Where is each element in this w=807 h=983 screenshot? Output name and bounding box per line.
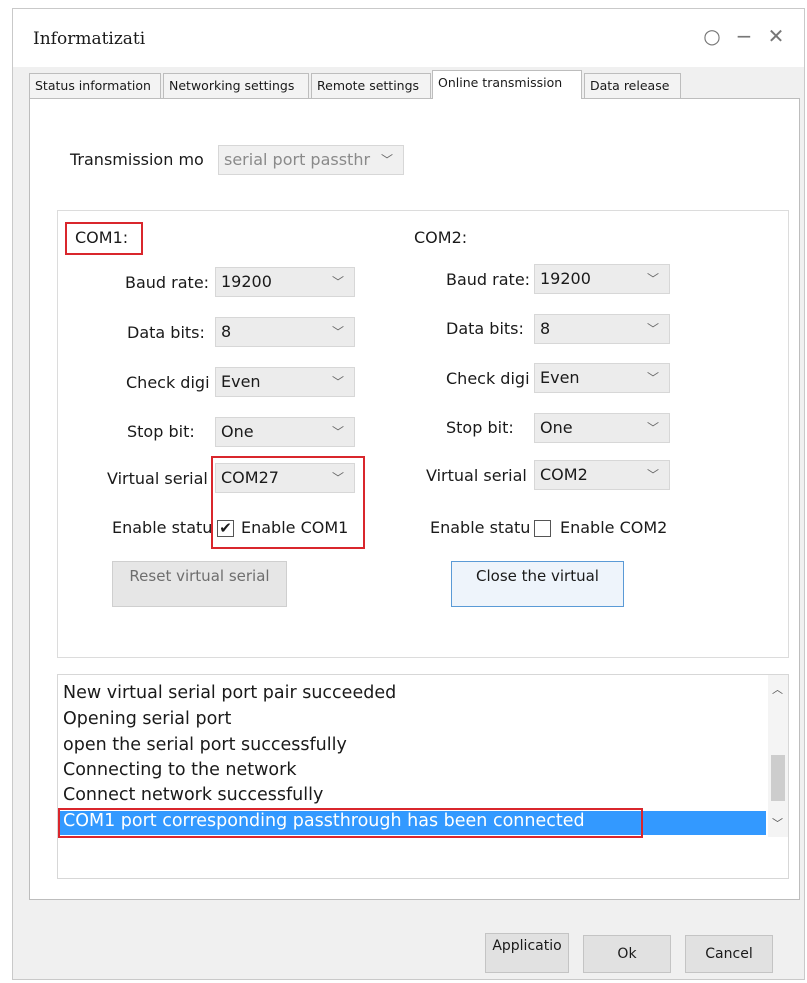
com1-annotation-box — [65, 222, 143, 255]
com1-check-dropdown[interactable]: Even ﹀ — [215, 367, 355, 397]
chevron-down-icon: ﹀ — [331, 425, 344, 439]
dialog-window: Informatizati ○ − ✕ Status information N… — [12, 8, 805, 980]
chevron-down-icon: ﹀ — [380, 153, 393, 167]
title-bar: Informatizati ○ − ✕ — [13, 9, 804, 67]
com1-databits-label: Data bits: — [127, 323, 205, 342]
com1-databits-dropdown[interactable]: 8 ﹀ — [215, 317, 355, 347]
log-line: Opening serial port — [63, 709, 232, 729]
chevron-down-icon: ﹀ — [646, 371, 659, 385]
com2-baud-value: 19200 — [540, 269, 591, 288]
tab-online-transmission[interactable]: Online transmission — [432, 70, 582, 99]
com1-check-label: Check digi — [126, 373, 210, 392]
com2-virtual-dropdown[interactable]: COM2 ﹀ — [534, 460, 670, 490]
cancel-button[interactable]: Cancel — [685, 935, 773, 973]
transmission-mode-dropdown[interactable]: serial port passthr ﹀ — [218, 145, 404, 175]
tab-networking-settings[interactable]: Networking settings — [163, 73, 309, 98]
log-annotation-box — [58, 808, 643, 838]
com1-baud-value: 19200 — [221, 272, 272, 291]
com1-databits-value: 8 — [221, 322, 232, 341]
com2-enable-label: Enable statu — [430, 518, 531, 537]
com1-stop-value: One — [221, 422, 254, 441]
window-title: Informatizati — [33, 29, 146, 49]
tab-status-information[interactable]: Status information — [29, 73, 161, 98]
com2-databits-label: Data bits: — [446, 319, 524, 338]
log-line: New virtual serial port pair succeeded — [63, 683, 397, 703]
com1-virtual-annotation-box — [211, 456, 365, 549]
ok-button[interactable]: Ok — [583, 935, 671, 973]
com2-stop-dropdown[interactable]: One ﹀ — [534, 413, 670, 443]
com2-stop-value: One — [540, 418, 573, 437]
reset-virtual-serial-button[interactable]: Reset virtual serial — [112, 561, 287, 607]
com1-baud-label: Baud rate: — [125, 273, 210, 292]
tab-data-release[interactable]: Data release — [584, 73, 681, 98]
log-scrollbar[interactable]: ︿ ﹀ — [768, 675, 788, 837]
tab-remote-settings[interactable]: Remote settings — [311, 73, 431, 98]
chevron-down-icon[interactable]: ﹀ — [772, 815, 783, 831]
com2-virtual-label: Virtual serial — [426, 466, 527, 485]
apply-button[interactable]: Applicatio — [485, 933, 569, 973]
com2-stop-label: Stop bit: — [446, 418, 514, 437]
com2-databits-dropdown[interactable]: 8 ﹀ — [534, 314, 670, 344]
scrollbar-thumb[interactable] — [771, 755, 785, 801]
com1-baud-dropdown[interactable]: 19200 ﹀ — [215, 267, 355, 297]
chevron-down-icon: ﹀ — [331, 375, 344, 389]
chevron-down-icon: ﹀ — [331, 275, 344, 289]
com2-check-dropdown[interactable]: Even ﹀ — [534, 363, 670, 393]
transmission-mode-label: Transmission mo — [70, 150, 204, 169]
online-transmission-panel: Transmission mo serial port passthr ﹀ CO… — [29, 98, 800, 900]
chevron-down-icon: ﹀ — [646, 468, 659, 482]
com2-header: COM2: — [414, 228, 468, 247]
log-listbox[interactable]: New virtual serial port pair succeeded O… — [57, 674, 789, 879]
com2-baud-dropdown[interactable]: 19200 ﹀ — [534, 264, 670, 294]
minimize-icon[interactable]: − — [731, 23, 757, 49]
com2-enable-checkbox-label[interactable]: Enable COM2 — [560, 518, 667, 537]
com2-check-label: Check digi — [446, 369, 530, 388]
com1-virtual-label: Virtual serial — [107, 469, 208, 488]
transmission-mode-value: serial port passthr — [224, 150, 371, 169]
log-line: Connecting to the network — [63, 760, 297, 780]
chevron-down-icon: ﹀ — [646, 322, 659, 336]
chevron-down-icon: ﹀ — [646, 421, 659, 435]
com1-stop-label: Stop bit: — [127, 422, 195, 441]
com1-check-value: Even — [221, 372, 261, 391]
log-line: open the serial port successfully — [63, 735, 347, 755]
com1-stop-dropdown[interactable]: One ﹀ — [215, 417, 355, 447]
close-virtual-button[interactable]: Close the virtual — [451, 561, 624, 607]
chevron-down-icon: ﹀ — [331, 325, 344, 339]
com2-databits-value: 8 — [540, 319, 551, 338]
com2-enable-checkbox[interactable] — [534, 520, 551, 537]
com2-virtual-value: COM2 — [540, 465, 588, 484]
com1-enable-label: Enable statu — [112, 518, 213, 537]
refresh-icon[interactable]: ○ — [699, 23, 725, 49]
com2-check-value: Even — [540, 368, 580, 387]
chevron-down-icon: ﹀ — [646, 272, 659, 286]
chevron-up-icon[interactable]: ︿ — [772, 681, 783, 697]
close-icon[interactable]: ✕ — [763, 23, 789, 49]
log-line: Connect network successfully — [63, 785, 324, 805]
com2-baud-label: Baud rate: — [446, 270, 531, 289]
